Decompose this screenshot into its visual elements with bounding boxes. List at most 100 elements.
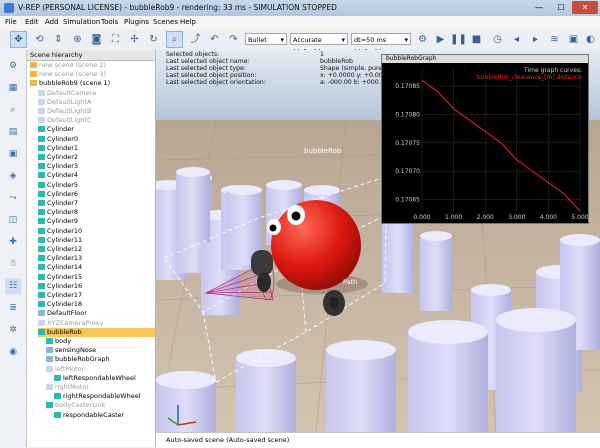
hierarchy-item[interactable]: Cylinder — [38, 125, 74, 134]
menu-tools[interactable]: Tools — [101, 18, 118, 26]
hierarchy-item[interactable]: Cylinder12 — [38, 245, 82, 254]
hierarchy-item[interactable]: leftRespondableWheel — [54, 374, 136, 383]
hierarchy-item[interactable]: rightRespondableWheel — [54, 392, 141, 401]
camera-pan-icon[interactable]: ✥ — [10, 31, 27, 48]
scene-object-icon[interactable]: ▦ — [5, 80, 21, 96]
hierarchy-item[interactable]: DefaultFloor — [38, 309, 87, 318]
selection-icon[interactable]: ◫ — [5, 212, 21, 228]
user-icon[interactable]: ☃ — [5, 256, 21, 272]
hierarchy-item[interactable]: Cylinder3 — [38, 162, 78, 171]
hierarchy-item[interactable]: Cylinder10 — [38, 227, 82, 236]
engine-select[interactable]: Bullet — [245, 33, 287, 46]
hierarchy-item[interactable]: DefaultLightA — [38, 98, 91, 107]
hierarchy-item[interactable]: Cylinder9 — [38, 217, 78, 226]
hierarchy-item[interactable]: rightMotor — [46, 383, 89, 392]
hierarchy-item[interactable]: Cylinder0 — [38, 135, 78, 144]
redo-icon[interactable]: ↷ — [225, 31, 242, 48]
slower-icon[interactable]: ◂ — [508, 31, 525, 48]
model-browser-icon[interactable]: ⚙ — [5, 58, 21, 74]
camera-rotate-icon[interactable]: ⟲ — [31, 31, 48, 48]
hierarchy-item[interactable]: Cylinder1 — [38, 144, 78, 153]
object-shift-icon[interactable]: ✢ — [126, 31, 143, 48]
hierarchy-item-label: respondableCaster — [63, 410, 125, 419]
close-button[interactable]: ✕ — [572, 1, 598, 14]
minimize-button[interactable]: — — [528, 1, 550, 14]
hierarchy-item[interactable]: Cylinder5 — [38, 181, 78, 190]
hierarchy-item[interactable]: Cylinder17 — [38, 291, 82, 300]
click-select-icon[interactable]: ⌕ — [166, 31, 183, 48]
page-icon[interactable]: ✚ — [5, 234, 21, 250]
faster-icon[interactable]: ▸ — [527, 31, 544, 48]
realtime-icon[interactable]: ◷ — [489, 31, 506, 48]
object-icon — [46, 365, 53, 372]
accuracy-select[interactable]: Accurate (default) — [290, 33, 348, 56]
hierarchy-item[interactable]: bodyCasterLink — [46, 401, 106, 410]
hierarchy-item[interactable]: new scene (scene 3) — [30, 70, 106, 79]
hierarchy-item[interactable]: new scene (scene 2) — [30, 61, 106, 70]
hierarchy-item[interactable]: DefaultLightC — [38, 116, 92, 125]
pause-icon[interactable]: ❚❚ — [450, 31, 467, 48]
hierarchy-item[interactable]: Cylinder4 — [38, 171, 78, 180]
hierarchy-item-label: DefaultCamera — [47, 88, 97, 97]
hierarchy-item[interactable]: DefaultCamera — [38, 89, 96, 98]
undo-icon[interactable]: ↶ — [206, 31, 223, 48]
hierarchy-item[interactable]: Cylinder11 — [38, 236, 82, 245]
hierarchy-item[interactable]: Cylinder14 — [38, 263, 82, 272]
hierarchy-item[interactable]: XYZCameraProxy — [38, 319, 103, 328]
shape-icon — [38, 172, 45, 179]
toggle-icon[interactable]: ◐ — [582, 31, 599, 48]
assemble-icon[interactable]: ⤴ — [187, 31, 204, 48]
preferences-icon[interactable]: ✲ — [5, 322, 21, 338]
hierarchy-item[interactable]: Cylinder6 — [38, 190, 78, 199]
hierarchy-item[interactable]: Cylinder2 — [38, 153, 78, 162]
thread-icon[interactable]: ≋ — [546, 31, 563, 48]
menu-edit[interactable]: Edit — [25, 18, 39, 26]
stop-icon[interactable]: ■ — [468, 31, 485, 48]
hierarchy-item[interactable]: sensingNose — [46, 346, 96, 355]
camera-icon[interactable]: ◙ — [88, 31, 105, 48]
hierarchy-item[interactable]: Cylinder18 — [38, 300, 82, 309]
hierarchy-item[interactable]: Cylinder16 — [38, 282, 82, 291]
maximize-button[interactable]: ☐ — [550, 1, 572, 14]
hierarchy-item[interactable]: Cylinder7 — [38, 199, 78, 208]
hierarchy-item[interactable]: bubbleRob9 (scene 1) — [30, 79, 110, 88]
visualization-icon[interactable]: ▣ — [565, 31, 582, 48]
shape-icon — [46, 338, 53, 344]
scene-icon[interactable]: ◉ — [5, 344, 21, 360]
hierarchy-item[interactable]: bubbleRobGraph — [46, 355, 110, 364]
layers-icon[interactable]: ≣ — [5, 300, 21, 316]
hierarchy-item[interactable]: bubbleRob — [38, 327, 155, 337]
menu-bar: File Edit Add Simulation Tools Plugins S… — [0, 16, 600, 30]
shape-icon — [38, 264, 45, 271]
graph-window[interactable]: bubbleRobGraph Time graph curves: bubble… — [381, 54, 589, 224]
object-rotate-icon[interactable]: ↻ — [145, 31, 162, 48]
menu-scenes[interactable]: Scenes — [153, 18, 178, 26]
collection-icon[interactable]: ▤ — [5, 124, 21, 140]
menu-file[interactable]: File — [5, 18, 17, 26]
camera-shift-icon[interactable]: ⇕ — [50, 31, 67, 48]
shape-edit-icon[interactable]: ◈ — [5, 168, 21, 184]
script-icon[interactable]: ▣ — [5, 146, 21, 162]
menu-plugins[interactable]: Plugins — [124, 18, 149, 26]
hierarchy-item[interactable]: body — [46, 337, 71, 346]
hierarchy-item[interactable]: Cylinder13 — [38, 254, 82, 263]
path-edit-icon[interactable]: ⤳ — [5, 190, 21, 206]
hierarchy-toggle-icon[interactable]: ☷ — [5, 278, 21, 294]
cylinder — [176, 167, 210, 242]
cylinder — [496, 308, 576, 432]
hierarchy-item[interactable]: DefaultLightB — [38, 107, 91, 116]
hierarchy-item[interactable]: leftMotor — [46, 365, 84, 374]
menu-add[interactable]: Add — [45, 18, 59, 26]
dt-select[interactable]: dt=50 ms (default) — [351, 33, 411, 56]
calculation-module-icon[interactable]: ⌕ — [5, 102, 21, 118]
hierarchy-item[interactable]: respondableCaster — [54, 411, 124, 420]
hierarchy-item[interactable]: Cylinder15 — [38, 273, 82, 282]
fit-view-icon[interactable]: ⛶ — [107, 31, 124, 48]
play-icon[interactable]: ▶ — [432, 31, 449, 48]
menu-simulation[interactable]: Simulation — [63, 18, 100, 26]
hierarchy-item[interactable]: Cylinder8 — [38, 208, 78, 217]
hierarchy-item-label: bodyCasterLink — [55, 401, 106, 410]
settings-icon[interactable]: ⚙ — [414, 31, 431, 48]
camera-zoom-icon[interactable]: ⊕ — [69, 31, 86, 48]
menu-help[interactable]: Help — [180, 18, 196, 26]
